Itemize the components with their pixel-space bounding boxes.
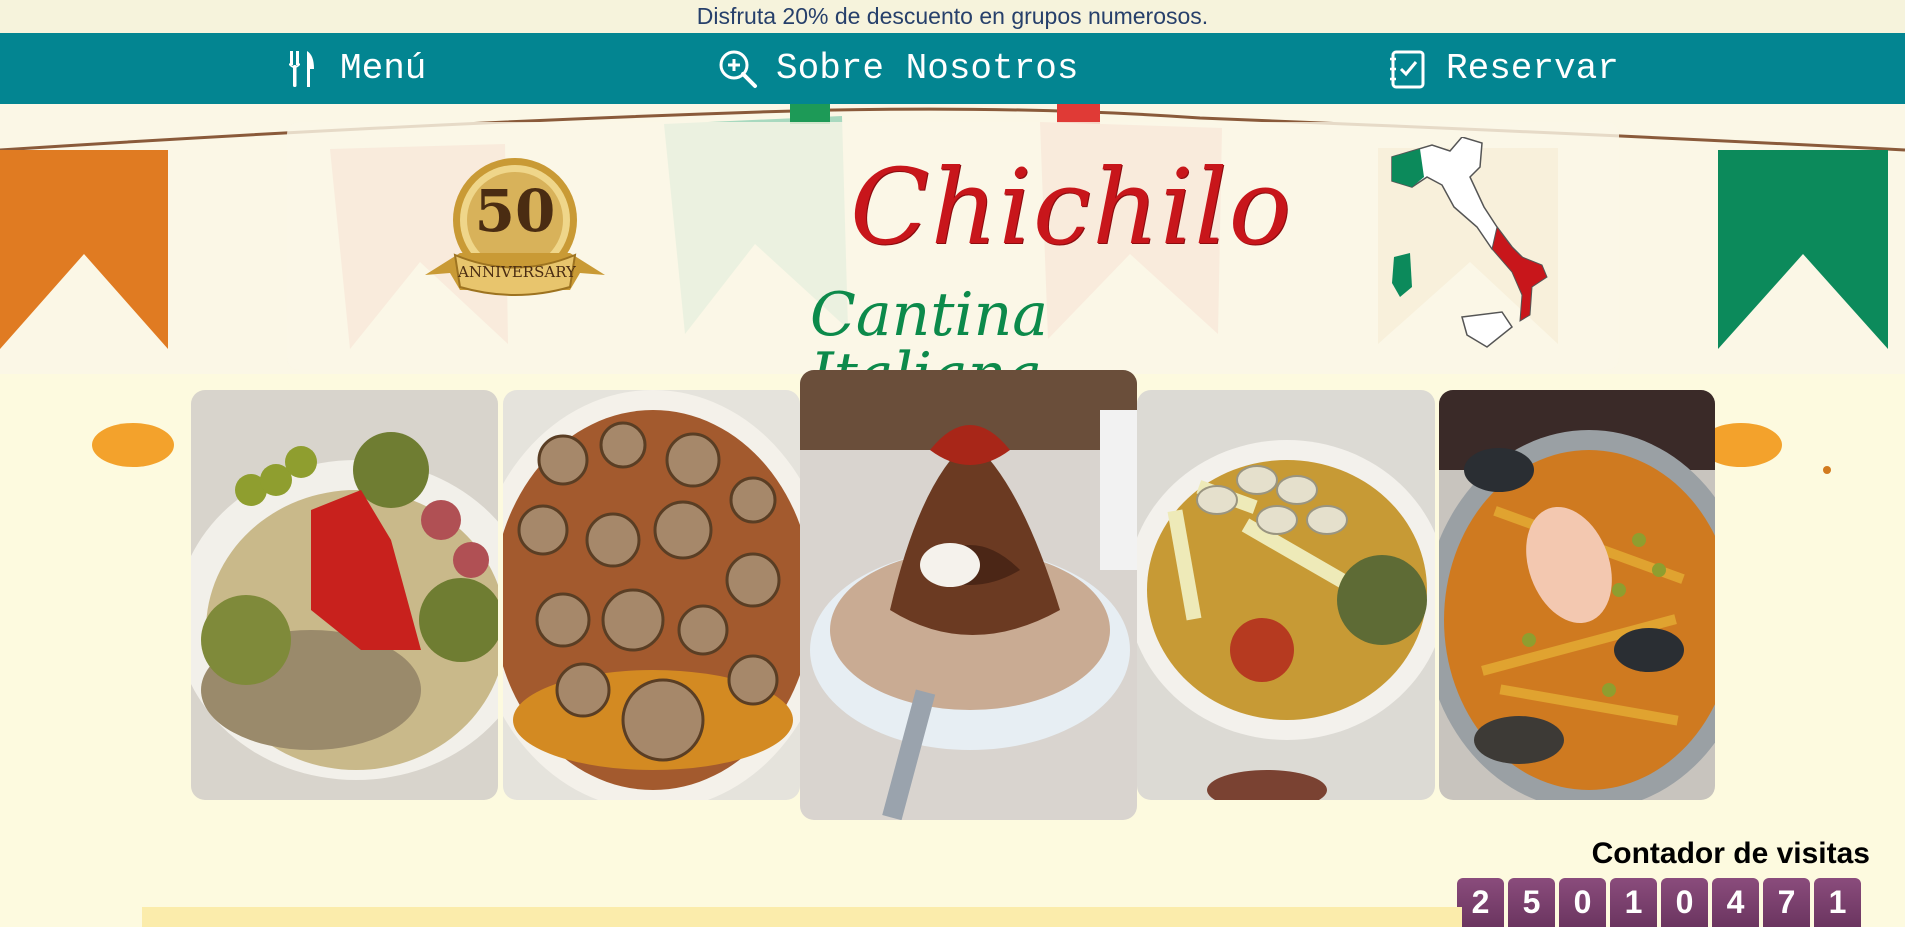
promo-text: Disfruta 20% de descuento en grupos nume… xyxy=(696,3,1209,29)
nav-about-link[interactable]: Sobre Nosotros xyxy=(718,33,1078,104)
main-nav: Menú Sobre Nosotros Reservar xyxy=(0,33,1905,104)
counter-digit: 5 xyxy=(1508,878,1555,927)
nav-about-label: Sobre Nosotros xyxy=(776,48,1079,89)
badge-text: ANNIVERSARY xyxy=(458,263,576,281)
visit-counter-title: Contador de visitas xyxy=(1591,837,1870,870)
counter-digit: 1 xyxy=(1814,878,1861,927)
small-dot xyxy=(1823,466,1831,474)
nav-reserve-label: Reservar xyxy=(1446,48,1619,89)
italy-map-icon xyxy=(1372,136,1562,357)
counter-digit: 0 xyxy=(1661,878,1708,927)
counter-digit: 0 xyxy=(1559,878,1606,927)
antipasto-plate-image[interactable] xyxy=(191,390,498,800)
dessert-plate-image[interactable] xyxy=(800,370,1137,820)
promo-bar: Disfruta 20% de descuento en grupos nume… xyxy=(0,0,1905,33)
vegetables-plate-image[interactable] xyxy=(1137,390,1435,800)
paella-image[interactable] xyxy=(1439,390,1715,800)
orange-dot-left xyxy=(92,423,174,467)
anniversary-badge: 50 ANNIVERSARY xyxy=(420,155,610,310)
counter-digit: 1 xyxy=(1610,878,1657,927)
fork-knife-icon xyxy=(282,49,322,89)
content-section-strip xyxy=(142,907,1462,927)
brand-name: Chichilo xyxy=(850,146,1293,268)
visit-counter: 2 5 0 1 0 4 7 1 xyxy=(1457,878,1861,927)
magnify-plus-icon xyxy=(718,49,758,89)
badge-number: 50 xyxy=(474,177,556,245)
counter-digit: 2 xyxy=(1457,878,1504,927)
nav-menu-link[interactable]: Menú xyxy=(282,33,426,104)
counter-digit: 7 xyxy=(1763,878,1810,927)
nav-reserve-link[interactable]: Reservar xyxy=(1388,33,1619,104)
checklist-icon xyxy=(1388,49,1428,89)
snails-in-sauce-image[interactable] xyxy=(503,390,800,800)
counter-digit: 4 xyxy=(1712,878,1759,927)
nav-menu-label: Menú xyxy=(340,48,427,89)
